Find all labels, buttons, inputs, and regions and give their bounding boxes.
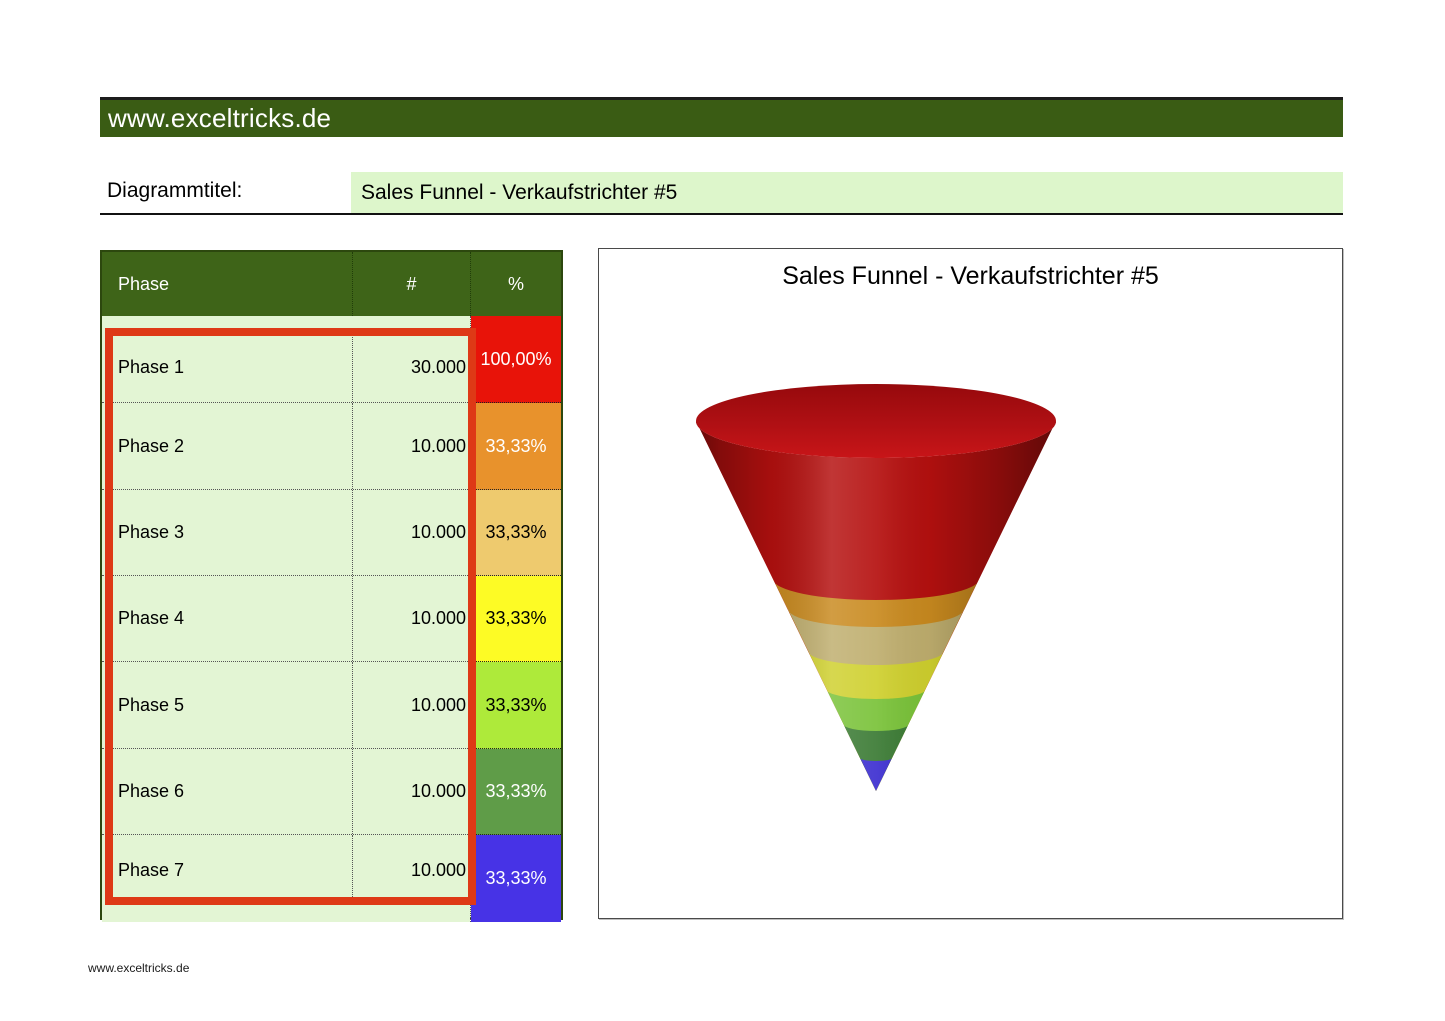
diagram-title-value: Sales Funnel - Verkaufstrichter #5 bbox=[351, 172, 1343, 214]
brand-banner: www.exceltricks.de bbox=[100, 97, 1343, 137]
selection-range-border[interactable] bbox=[105, 328, 476, 905]
title-underline bbox=[100, 213, 1343, 215]
data-table: Phase # % Phase 1 30.000 Phase 2 10.000 … bbox=[100, 250, 563, 920]
funnel-chart bbox=[599, 249, 1344, 920]
percent-cell[interactable]: 33,33% bbox=[471, 576, 561, 662]
table-header-row: Phase # % bbox=[102, 252, 561, 316]
cone-top-rim bbox=[696, 384, 1056, 458]
diagram-title-label: Diagrammtitel: bbox=[107, 179, 242, 203]
worksheet: www.exceltricks.de Diagrammtitel: Sales … bbox=[0, 0, 1445, 1021]
percent-cell[interactable]: 33,33% bbox=[471, 403, 561, 490]
chart-title: Sales Funnel - Verkaufstrichter #5 bbox=[599, 262, 1342, 291]
diagram-title-cell[interactable]: Sales Funnel - Verkaufstrichter #5 bbox=[351, 172, 1343, 214]
percent-cell[interactable]: 33,33% bbox=[471, 835, 561, 922]
header-cell-percent[interactable]: % bbox=[470, 252, 561, 316]
percent-cell[interactable]: 33,33% bbox=[471, 662, 561, 749]
brand-banner-text: www.exceltricks.de bbox=[100, 100, 1343, 137]
spacer-row bbox=[102, 905, 470, 922]
chart-panel[interactable]: Sales Funnel - Verkaufstrichter #5 bbox=[598, 248, 1343, 919]
percent-cell[interactable]: 33,33% bbox=[471, 749, 561, 835]
percent-column: 100,00% 33,33% 33,33% 33,33% 33,33% 33,3… bbox=[470, 316, 561, 922]
header-cell-phase[interactable]: Phase bbox=[102, 252, 352, 316]
percent-cell[interactable]: 100,00% bbox=[471, 316, 561, 403]
footer-url: www.exceltricks.de bbox=[88, 961, 189, 975]
header-cell-count[interactable]: # bbox=[352, 252, 470, 316]
percent-cell[interactable]: 33,33% bbox=[471, 490, 561, 576]
